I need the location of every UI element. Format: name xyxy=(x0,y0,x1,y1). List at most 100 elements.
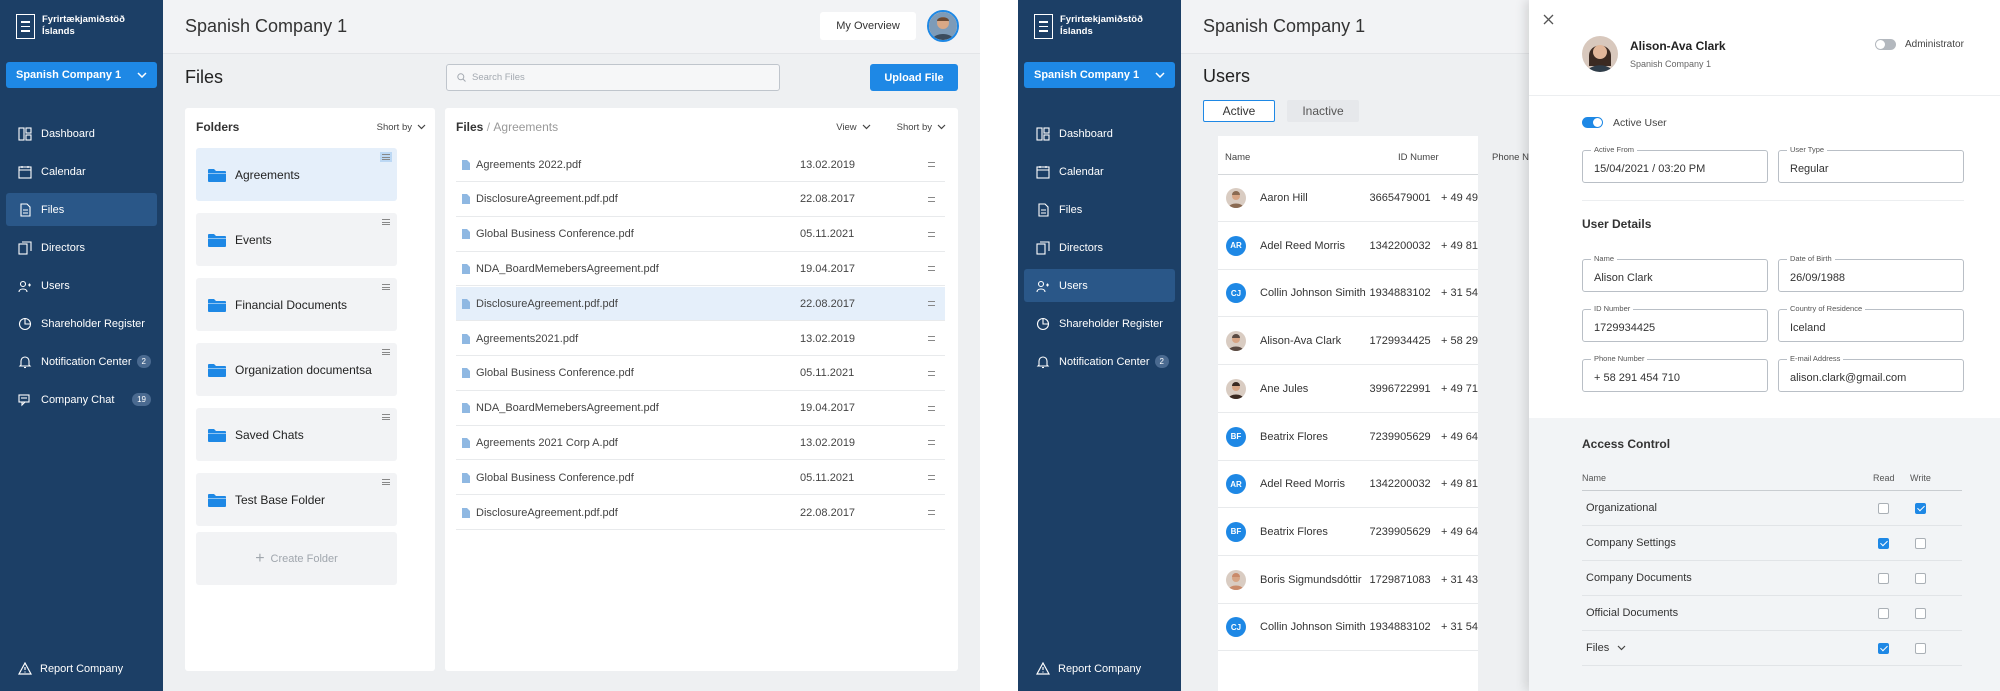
read-checkbox[interactable] xyxy=(1878,503,1889,514)
user-avatar[interactable] xyxy=(927,10,959,42)
file-row[interactable]: DisclosureAgreement.pdf.pdf 22.08.2017 xyxy=(456,287,945,322)
file-menu-icon[interactable] xyxy=(928,162,935,167)
folder-item[interactable]: Saved Chats xyxy=(196,408,397,461)
file-row[interactable]: Global Business Conference.pdf 05.11.2021 xyxy=(456,357,945,391)
my-overview-button[interactable]: My Overview xyxy=(820,12,916,40)
sidebar-item-notification-center[interactable]: Notification Center 2 xyxy=(6,345,157,378)
write-checkbox[interactable] xyxy=(1915,643,1926,654)
report-company-link[interactable]: Report Company xyxy=(1036,662,1141,675)
file-menu-icon[interactable] xyxy=(928,266,935,272)
file-row[interactable]: Agreements 2022.pdf 13.02.2019 xyxy=(456,148,945,182)
user-type-field[interactable]: User Type Regular xyxy=(1778,145,1964,183)
folder-menu-icon[interactable] xyxy=(382,349,390,355)
upload-file-button[interactable]: Upload File xyxy=(870,64,958,91)
user-row[interactable]: AR Adel Reed Morris 1342200032 + 49 81 xyxy=(1218,461,1478,509)
tab-inactive[interactable]: Inactive xyxy=(1287,100,1359,122)
folder-menu-icon[interactable] xyxy=(382,414,390,420)
sidebar-item-shareholder-register[interactable]: Shareholder Register xyxy=(6,307,157,340)
user-row[interactable]: BF Beatrix Flores 7239905629 + 49 64 xyxy=(1218,509,1478,556)
search-input[interactable]: Search Files xyxy=(446,64,780,91)
read-checkbox[interactable] xyxy=(1878,643,1889,654)
name-field[interactable]: Name Alison Clark xyxy=(1582,254,1768,292)
folder-item[interactable]: Financial Documents xyxy=(196,278,397,331)
chevron-down-icon[interactable] xyxy=(1617,645,1626,651)
user-row[interactable]: Aaron Hill 3665479001 + 49 49 xyxy=(1218,175,1478,222)
sidebar-item-dashboard[interactable]: Dashboard xyxy=(1024,117,1175,150)
id-number-field[interactable]: ID Number 1729934425 xyxy=(1582,304,1768,342)
file-row[interactable]: Global Business Conference.pdf 05.11.2021 xyxy=(456,461,945,496)
write-checkbox[interactable] xyxy=(1915,573,1926,584)
file-menu-icon[interactable] xyxy=(928,510,935,515)
sidebar-item-shareholder-register[interactable]: Shareholder Register xyxy=(1024,307,1175,340)
file-menu-icon[interactable] xyxy=(928,475,935,481)
user-row[interactable]: AR Adel Reed Morris 1342200032 + 49 81 xyxy=(1218,223,1478,270)
active-from-field[interactable]: Active From 15/04/2021 / 03:20 PM xyxy=(1582,145,1768,183)
sidebar-item-dashboard[interactable]: Dashboard xyxy=(6,117,157,150)
sidebar-item-users[interactable]: Users xyxy=(6,269,157,302)
sidebar-item-files[interactable]: Files xyxy=(1024,193,1175,226)
column-header-name[interactable]: Name xyxy=(1225,152,1250,163)
user-row[interactable]: BF Beatrix Flores 7239905629 + 49 64 xyxy=(1218,414,1478,461)
write-checkbox[interactable] xyxy=(1915,503,1926,514)
folder-menu-icon[interactable] xyxy=(382,479,390,485)
file-menu-icon[interactable] xyxy=(928,301,935,307)
user-row[interactable]: CJ Collin Johnson Simith 1934883102 + 31 54 xyxy=(1218,270,1478,318)
file-menu-icon[interactable] xyxy=(928,405,935,411)
user-row[interactable]: Ane Jules 3996722991 + 49 71 xyxy=(1218,366,1478,413)
close-icon[interactable] xyxy=(1543,14,1554,25)
access-name[interactable]: Files xyxy=(1586,642,1609,654)
user-row[interactable]: Alison-Ava Clark 1729934425 + 58 29 xyxy=(1218,318,1478,366)
user-row[interactable]: CJ Collin Johnson Simith 1934883102 + 31 54 xyxy=(1218,604,1478,652)
create-folder-button[interactable]: + Create Folder xyxy=(196,532,397,585)
company-select[interactable]: Spanish Company 1 xyxy=(1024,62,1175,88)
file-row[interactable]: DisclosureAgreement.pdf.pdf 22.08.2017 xyxy=(456,496,945,530)
folder-item[interactable]: Test Base Folder xyxy=(196,473,397,526)
sidebar-item-users[interactable]: Users xyxy=(1024,269,1175,302)
sidebar-item-calendar[interactable]: Calendar xyxy=(1024,155,1175,188)
active-user-toggle[interactable] xyxy=(1582,117,1603,128)
file-row[interactable]: Global Business Conference.pdf 05.11.2021 xyxy=(456,218,945,252)
phone-number-field[interactable]: Phone Number + 58 291 454 710 xyxy=(1582,354,1768,392)
email-field[interactable]: E-mail Address alison.clark@gmail.com xyxy=(1778,354,1964,392)
administrator-toggle[interactable] xyxy=(1875,39,1896,50)
folder-item[interactable]: Agreements xyxy=(196,148,397,201)
file-menu-icon[interactable] xyxy=(928,196,935,202)
read-checkbox[interactable] xyxy=(1878,573,1889,584)
sidebar-item-calendar[interactable]: Calendar xyxy=(6,155,157,188)
files-sort-dropdown[interactable]: Short by xyxy=(897,122,946,133)
sidebar-item-notification-center[interactable]: Notification Center 2 xyxy=(1024,345,1175,378)
file-menu-icon[interactable] xyxy=(928,440,935,446)
country-field[interactable]: Country of Residence Iceland xyxy=(1778,304,1964,342)
breadcrumb-root[interactable]: Files xyxy=(456,120,483,134)
read-checkbox[interactable] xyxy=(1878,538,1889,549)
tab-active[interactable]: Active xyxy=(1203,100,1275,122)
sidebar-item-directors[interactable]: Directors xyxy=(1024,231,1175,264)
folder-menu-icon[interactable] xyxy=(382,219,390,225)
folders-sort-dropdown[interactable]: Short by xyxy=(377,122,426,133)
sidebar-item-directors[interactable]: Directors xyxy=(6,231,157,264)
folder-item[interactable]: Organization documentsa xyxy=(196,343,397,396)
file-row[interactable]: NDA_BoardMemebersAgreement.pdf 19.04.2017 xyxy=(456,252,945,287)
file-menu-icon[interactable] xyxy=(928,370,935,376)
write-checkbox[interactable] xyxy=(1915,538,1926,549)
file-row[interactable]: DisclosureAgreement.pdf.pdf 22.08.2017 xyxy=(456,183,945,217)
company-select[interactable]: Spanish Company 1 xyxy=(6,62,157,88)
brand-logo[interactable]: Fyrirtækjamiðstöð Íslands xyxy=(1034,14,1170,39)
write-checkbox[interactable] xyxy=(1915,608,1926,619)
folder-item[interactable]: Events xyxy=(196,213,397,266)
sidebar-item-company-chat[interactable]: Company Chat 19 xyxy=(6,383,157,416)
view-dropdown[interactable]: View xyxy=(836,122,871,133)
file-row[interactable]: Agreements 2021 Corp A.pdf 13.02.2019 xyxy=(456,426,945,461)
folder-menu-icon[interactable] xyxy=(382,284,390,290)
sidebar-item-files[interactable]: Files xyxy=(6,193,157,226)
brand-logo[interactable]: Fyrirtækjamiðstöð Íslands xyxy=(16,14,152,39)
report-company-link[interactable]: Report Company xyxy=(18,662,123,675)
read-checkbox[interactable] xyxy=(1878,608,1889,619)
folder-menu-icon[interactable] xyxy=(380,152,392,162)
user-row[interactable]: Boris Sigmundsdóttir 1729871083 + 31 43 xyxy=(1218,557,1478,604)
file-row[interactable]: NDA_BoardMemebersAgreement.pdf 19.04.2017 xyxy=(456,392,945,426)
date-of-birth-field[interactable]: Date of Birth 26/09/1988 xyxy=(1778,254,1964,292)
column-header-id[interactable]: ID Numer xyxy=(1398,152,1439,163)
file-menu-icon[interactable] xyxy=(928,231,935,237)
file-row[interactable]: Agreements2021.pdf 13.02.2019 xyxy=(456,322,945,356)
